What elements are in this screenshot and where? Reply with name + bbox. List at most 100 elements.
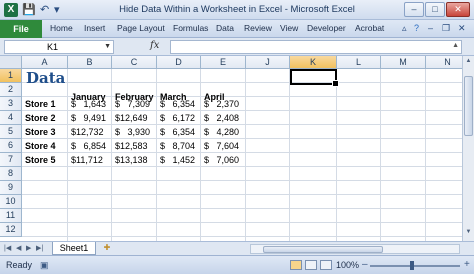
select-all-corner[interactable] (0, 56, 22, 69)
store-name-cell[interactable]: Store 1 (25, 97, 56, 111)
sales-value-cell[interactable]: $ 6,354 (160, 125, 195, 139)
sales-value-cell[interactable]: $ 2,370 (204, 97, 239, 111)
column-header-l[interactable]: L (337, 56, 381, 69)
row-header-12[interactable]: 12 (0, 223, 22, 237)
sales-value-cell[interactable]: $ 9,491 (71, 111, 106, 125)
macro-record-icon[interactable]: ▣ (40, 260, 49, 271)
worksheet-grid[interactable]: ABCDEJKLMN 1 2 3 4 5 6 7 8 9 10 11 12 Data January … (0, 56, 462, 241)
minimize-button[interactable]: – (404, 2, 424, 17)
row-header-5[interactable]: 5 (0, 125, 22, 139)
zoom-out-icon[interactable]: – (362, 259, 368, 270)
window-title: Hide Data Within a Worksheet in Excel - … (119, 4, 355, 15)
insert-worksheet-icon[interactable]: ✚ (100, 243, 114, 254)
row-header-11[interactable]: 11 (0, 209, 22, 223)
window-restore-icon[interactable]: ❐ (442, 23, 450, 34)
title-bar: X 💾 ↶ ▾ Hide Data Within a Worksheet in … (0, 0, 474, 20)
sales-value-cell[interactable]: $ 3,930 (115, 125, 150, 139)
tab-review[interactable]: Review (244, 23, 272, 33)
sales-value-cell[interactable]: $ 2,408 (204, 111, 239, 125)
sales-value-cell[interactable]: $12,732 (71, 125, 104, 139)
last-sheet-icon[interactable]: ▶| (36, 244, 43, 252)
tab-acrobat[interactable]: Acrobat (355, 23, 384, 33)
sales-value-cell[interactable]: $11,712 (71, 153, 103, 167)
sales-value-cell[interactable]: $ 7,309 (115, 97, 150, 111)
sales-value-cell[interactable]: $ 7,604 (204, 139, 239, 153)
sales-value-cell[interactable]: $ 6,172 (160, 111, 195, 125)
sheet-tab-bar: |◀ ◀ ▶ ▶| Sheet1 ✚ (0, 241, 474, 255)
chevron-down-icon[interactable]: ▼ (104, 41, 111, 53)
zoom-slider-knob[interactable] (410, 261, 414, 270)
sales-value-cell[interactable]: $ 6,354 (160, 97, 195, 111)
tab-formulas[interactable]: Formulas (173, 23, 208, 33)
status-bar: Ready ▣ 100% – + (0, 255, 474, 274)
sales-value-cell[interactable]: $ 7,060 (204, 153, 239, 167)
tab-file[interactable]: File (0, 20, 42, 38)
window-close-icon[interactable]: ✕ (458, 23, 466, 34)
vertical-scrollbar[interactable]: ▲ ▼ (462, 56, 474, 241)
tab-home[interactable]: Home (50, 23, 73, 33)
expand-formula-icon[interactable]: ▲ (452, 42, 459, 49)
row-header-2[interactable]: 2 (0, 83, 22, 97)
store-name-cell[interactable]: Store 3 (25, 125, 56, 139)
formula-input[interactable]: ▲ (170, 40, 462, 54)
row-header-4[interactable]: 4 (0, 111, 22, 125)
row-header-10[interactable]: 10 (0, 195, 22, 209)
column-header-e[interactable]: E (201, 56, 246, 69)
tab-insert[interactable]: Insert (84, 23, 105, 33)
sales-value-cell[interactable]: $ 4,280 (204, 125, 239, 139)
column-header-j[interactable]: J (246, 56, 290, 69)
page-break-view-icon[interactable] (320, 260, 332, 270)
status-mode: Ready (6, 260, 33, 270)
maximize-button[interactable]: □ (425, 2, 445, 17)
normal-view-icon[interactable] (290, 260, 302, 270)
column-header-a[interactable]: A (22, 56, 68, 69)
tab-data[interactable]: Data (216, 23, 234, 33)
next-sheet-icon[interactable]: ▶ (26, 244, 31, 252)
column-header-c[interactable]: C (112, 56, 157, 69)
name-box[interactable]: K1 ▼ (4, 40, 114, 54)
vertical-scroll-thumb[interactable] (464, 76, 473, 136)
sheet-title-cell[interactable]: Data (26, 70, 65, 86)
window-minimize-icon[interactable]: – (428, 23, 433, 33)
tab-view[interactable]: View (280, 23, 298, 33)
row-header-9[interactable]: 9 (0, 181, 22, 195)
tab-developer[interactable]: Developer (307, 23, 346, 33)
column-header-d[interactable]: D (157, 56, 201, 69)
row-header-3[interactable]: 3 (0, 97, 22, 111)
scroll-down-icon[interactable]: ▼ (463, 229, 474, 235)
sales-value-cell[interactable]: $ 8,704 (160, 139, 195, 153)
row-header-6[interactable]: 6 (0, 139, 22, 153)
row-header-1[interactable]: 1 (0, 69, 22, 83)
zoom-level[interactable]: 100% (336, 260, 359, 270)
row-header-7[interactable]: 7 (0, 153, 22, 167)
sales-value-cell[interactable]: $ 1,643 (71, 97, 106, 111)
store-name-cell[interactable]: Store 5 (25, 153, 56, 167)
sales-value-cell[interactable]: $ 1,452 (160, 153, 195, 167)
row-header-8[interactable]: 8 (0, 167, 22, 181)
prev-sheet-icon[interactable]: ◀ (16, 244, 21, 252)
store-name-cell[interactable]: Store 2 (25, 111, 56, 125)
store-name-cell[interactable]: Store 4 (25, 139, 56, 153)
sales-value-cell[interactable]: $12,583 (115, 139, 148, 153)
insert-function-icon[interactable]: fx (150, 40, 159, 51)
sales-value-cell[interactable]: $12,649 (115, 111, 148, 125)
column-header-k[interactable]: K (290, 56, 337, 69)
scroll-up-icon[interactable]: ▲ (463, 58, 474, 64)
sales-value-cell[interactable]: $ 6,854 (71, 139, 106, 153)
first-sheet-icon[interactable]: |◀ (4, 244, 11, 252)
page-layout-view-icon[interactable] (305, 260, 317, 270)
close-button[interactable]: ✕ (446, 2, 470, 17)
column-header-b[interactable]: B (68, 56, 112, 69)
horizontal-scrollbar[interactable] (250, 244, 460, 254)
zoom-slider[interactable] (370, 265, 460, 267)
zoom-in-icon[interactable]: + (464, 259, 470, 270)
column-header-m[interactable]: M (381, 56, 426, 69)
column-header-n[interactable]: N (426, 56, 462, 69)
sheet-tab-sheet1[interactable]: Sheet1 (52, 242, 96, 255)
sales-value-cell[interactable]: $13,138 (115, 153, 148, 167)
help-icon[interactable]: ? (414, 23, 419, 33)
tab-page-layout[interactable]: Page Layout (117, 23, 165, 33)
active-cell-selection[interactable] (290, 69, 339, 87)
minimize-ribbon-icon[interactable]: ▵ (402, 23, 407, 34)
horizontal-scroll-thumb[interactable] (263, 246, 383, 253)
